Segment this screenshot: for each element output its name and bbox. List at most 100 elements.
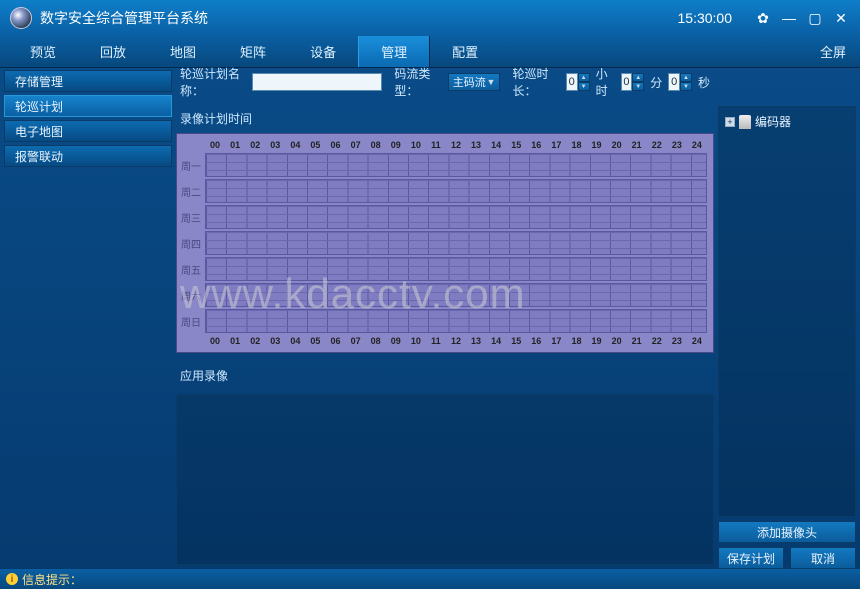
- hour-label: 23: [667, 140, 687, 150]
- hour-label: 04: [285, 336, 305, 346]
- hour-label: 20: [607, 336, 627, 346]
- tab-playback[interactable]: 回放: [78, 36, 148, 67]
- schedule-day-row[interactable]: 周三: [177, 204, 707, 230]
- hours-spinner[interactable]: 0 ▲▼: [566, 73, 590, 91]
- apply-recording-area[interactable]: [176, 394, 714, 565]
- cancel-button[interactable]: 取消: [790, 547, 856, 569]
- hour-label: 17: [546, 336, 566, 346]
- schedule-day-row[interactable]: 周五: [177, 256, 707, 282]
- recording-schedule-grid[interactable]: 0001020304050607080910111213141516171819…: [176, 133, 714, 353]
- add-camera-button[interactable]: 添加摄像头: [718, 521, 856, 543]
- hour-label: 01: [225, 336, 245, 346]
- hour-label: 12: [446, 336, 466, 346]
- seconds-up-icon[interactable]: ▲: [680, 73, 692, 82]
- hour-label: 16: [526, 140, 546, 150]
- tab-config[interactable]: 配置: [430, 36, 500, 67]
- hour-label: 13: [466, 140, 486, 150]
- hour-label: 10: [406, 336, 426, 346]
- settings-icon[interactable]: ✿: [754, 9, 772, 27]
- hour-label: 14: [486, 140, 506, 150]
- day-label: 周三: [177, 210, 205, 225]
- hours-unit: 小时: [596, 65, 615, 99]
- duration-label: 轮巡时长：: [512, 65, 559, 99]
- sidebar-item-emap[interactable]: 电子地图: [4, 120, 172, 142]
- day-grid[interactable]: [205, 179, 707, 203]
- tab-device[interactable]: 设备: [288, 36, 358, 67]
- maximize-icon[interactable]: ▢: [806, 9, 824, 27]
- minutes-spinner[interactable]: 0 ▲▼: [621, 73, 645, 91]
- hour-label: 19: [586, 336, 606, 346]
- stream-type-value: 主码流: [453, 74, 486, 90]
- fullscreen-button[interactable]: 全屏: [806, 36, 860, 67]
- tab-map[interactable]: 地图: [148, 36, 218, 67]
- minutes-down-icon[interactable]: ▼: [632, 82, 644, 91]
- hour-label: 04: [285, 140, 305, 150]
- day-grid[interactable]: [205, 231, 707, 255]
- hour-label: 13: [466, 336, 486, 346]
- hour-label: 22: [647, 140, 667, 150]
- plan-name-input[interactable]: [252, 73, 382, 91]
- seconds-spinner[interactable]: 0 ▲▼: [668, 73, 692, 91]
- day-label: 周二: [177, 184, 205, 199]
- hours-down-icon[interactable]: ▼: [578, 82, 590, 91]
- right-panel: + 编码器 添加摄像头 保存计划 取消: [718, 68, 856, 569]
- encoder-icon: [739, 115, 751, 129]
- filter-row: 轮巡计划名称： 码流类型： 主码流 ▼ 轮巡时长： 0 ▲▼ 小时 0 ▲▼ 分…: [176, 68, 714, 96]
- tab-preview[interactable]: 预览: [8, 36, 78, 67]
- expand-icon[interactable]: +: [725, 117, 735, 127]
- hours-up-icon[interactable]: ▲: [578, 73, 590, 82]
- day-label: 周六: [177, 288, 205, 303]
- save-plan-button[interactable]: 保存计划: [718, 547, 784, 569]
- schedule-day-row[interactable]: 周日: [177, 308, 707, 334]
- schedule-section-label: 录像计划时间: [180, 110, 714, 127]
- hour-label: 15: [506, 336, 526, 346]
- day-grid[interactable]: [205, 205, 707, 229]
- hour-label: 03: [265, 336, 285, 346]
- info-icon: i: [6, 573, 18, 585]
- hour-label: 00: [205, 336, 225, 346]
- tab-matrix[interactable]: 矩阵: [218, 36, 288, 67]
- day-grid[interactable]: [205, 257, 707, 281]
- app-title: 数字安全综合管理平台系统: [40, 8, 208, 28]
- plan-name-label: 轮巡计划名称：: [180, 65, 246, 99]
- day-grid[interactable]: [205, 309, 707, 333]
- minimize-icon[interactable]: —: [780, 9, 798, 27]
- hour-label: 18: [566, 336, 586, 346]
- schedule-day-row[interactable]: 周一: [177, 152, 707, 178]
- sidebar-item-patrol-plan[interactable]: 轮巡计划: [4, 95, 172, 117]
- hour-label: 08: [366, 336, 386, 346]
- hour-label: 00: [205, 140, 225, 150]
- hours-value: 0: [566, 73, 578, 91]
- titlebar: 数字安全综合管理平台系统 15:30:00 ✿ — ▢ ✕: [0, 0, 860, 36]
- seconds-value: 0: [668, 73, 680, 91]
- tree-root-label: 编码器: [755, 113, 791, 130]
- hour-label: 01: [225, 140, 245, 150]
- apply-section-label: 应用录像: [180, 367, 714, 384]
- status-info-label: 信息提示：: [22, 571, 82, 588]
- app-logo-icon: [10, 7, 32, 29]
- hour-label: 09: [386, 336, 406, 346]
- schedule-day-row[interactable]: 周四: [177, 230, 707, 256]
- day-grid[interactable]: [205, 153, 707, 177]
- tree-root-node[interactable]: + 编码器: [725, 113, 849, 130]
- minutes-up-icon[interactable]: ▲: [632, 73, 644, 82]
- device-tree[interactable]: + 编码器: [718, 106, 856, 517]
- stream-type-select[interactable]: 主码流 ▼: [448, 73, 501, 91]
- hour-label: 21: [627, 140, 647, 150]
- hour-label: 16: [526, 336, 546, 346]
- seconds-down-icon[interactable]: ▼: [680, 82, 692, 91]
- sidebar-item-storage[interactable]: 存储管理: [4, 70, 172, 92]
- day-grid[interactable]: [205, 283, 707, 307]
- hour-label: 15: [506, 140, 526, 150]
- close-icon[interactable]: ✕: [832, 9, 850, 27]
- schedule-day-row[interactable]: 周六: [177, 282, 707, 308]
- hour-label: 06: [325, 336, 345, 346]
- sidebar-item-alarm-linkage[interactable]: 报警联动: [4, 145, 172, 167]
- hour-label: 24: [687, 140, 707, 150]
- hour-label: 10: [406, 140, 426, 150]
- hour-label: 09: [386, 140, 406, 150]
- schedule-day-row[interactable]: 周二: [177, 178, 707, 204]
- minutes-unit: 分: [650, 74, 662, 91]
- hour-label: 08: [366, 140, 386, 150]
- tab-manage[interactable]: 管理: [358, 36, 430, 67]
